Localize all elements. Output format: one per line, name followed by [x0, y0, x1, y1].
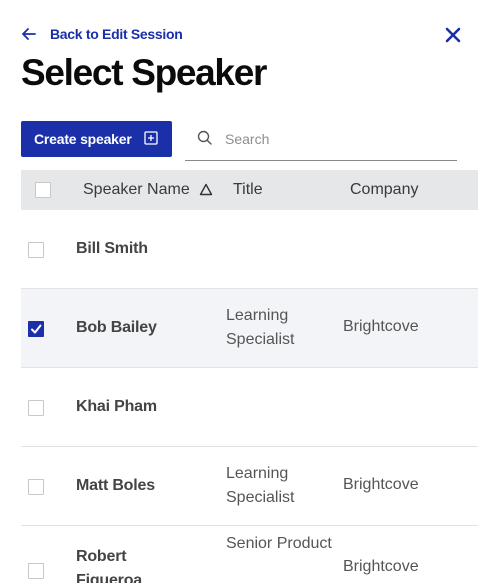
speaker-name: Matt Boles [76, 477, 155, 494]
row-checkbox[interactable] [28, 400, 44, 416]
speaker-company: Brightcove [343, 476, 419, 493]
page-title: Select Speaker [21, 52, 267, 93]
speaker-name: Khai Pham [76, 398, 157, 415]
checkmark-icon [31, 324, 42, 334]
select-all-checkbox[interactable] [35, 182, 51, 198]
speaker-title: Learning Specialist [226, 307, 295, 348]
speaker-company: Brightcove [343, 558, 419, 575]
back-to-edit-session-link[interactable]: Back to Edit Session [22, 24, 183, 44]
speaker-name: Robert Figueroa [76, 548, 142, 583]
search-input[interactable] [225, 128, 450, 150]
row-checkbox[interactable] [28, 242, 44, 258]
table-header: Speaker Name Title Company [21, 170, 478, 210]
speaker-name: Bill Smith [76, 240, 148, 257]
table-row[interactable]: Khai Pham [21, 368, 478, 447]
create-speaker-button[interactable]: Create speaker [21, 121, 172, 157]
table-row[interactable]: Robert Figueroa Senior Product Brightcov… [21, 526, 478, 583]
speaker-name: Bob Bailey [76, 319, 157, 336]
search-icon [197, 130, 212, 145]
column-header-company: Company [350, 181, 419, 198]
column-header-title: Title [233, 181, 263, 198]
row-checkbox[interactable] [28, 563, 44, 579]
column-header-speaker-name[interactable]: Speaker Name [83, 181, 190, 199]
table-row[interactable]: Bill Smith [21, 210, 478, 289]
row-checkbox[interactable] [28, 479, 44, 495]
speaker-company: Brightcove [343, 318, 419, 335]
speaker-title: Senior Product [226, 535, 332, 552]
create-speaker-label: Create speaker [34, 131, 132, 147]
search-box [185, 121, 457, 161]
close-icon [445, 27, 461, 43]
back-link-label: Back to Edit Session [50, 26, 183, 42]
sort-ascending-icon[interactable] [199, 183, 213, 196]
speaker-table: Speaker Name Title Company Bill Smith Bo… [21, 170, 478, 583]
speaker-title: Learning Specialist [226, 465, 295, 506]
table-row[interactable]: Matt Boles Learning Specialist Brightcov… [21, 447, 478, 526]
close-button[interactable] [443, 25, 463, 45]
plus-square-icon [144, 131, 158, 145]
row-checkbox[interactable] [28, 321, 44, 337]
arrow-left-icon [22, 26, 38, 42]
table-row[interactable]: Bob Bailey Learning Specialist Brightcov… [21, 289, 478, 368]
